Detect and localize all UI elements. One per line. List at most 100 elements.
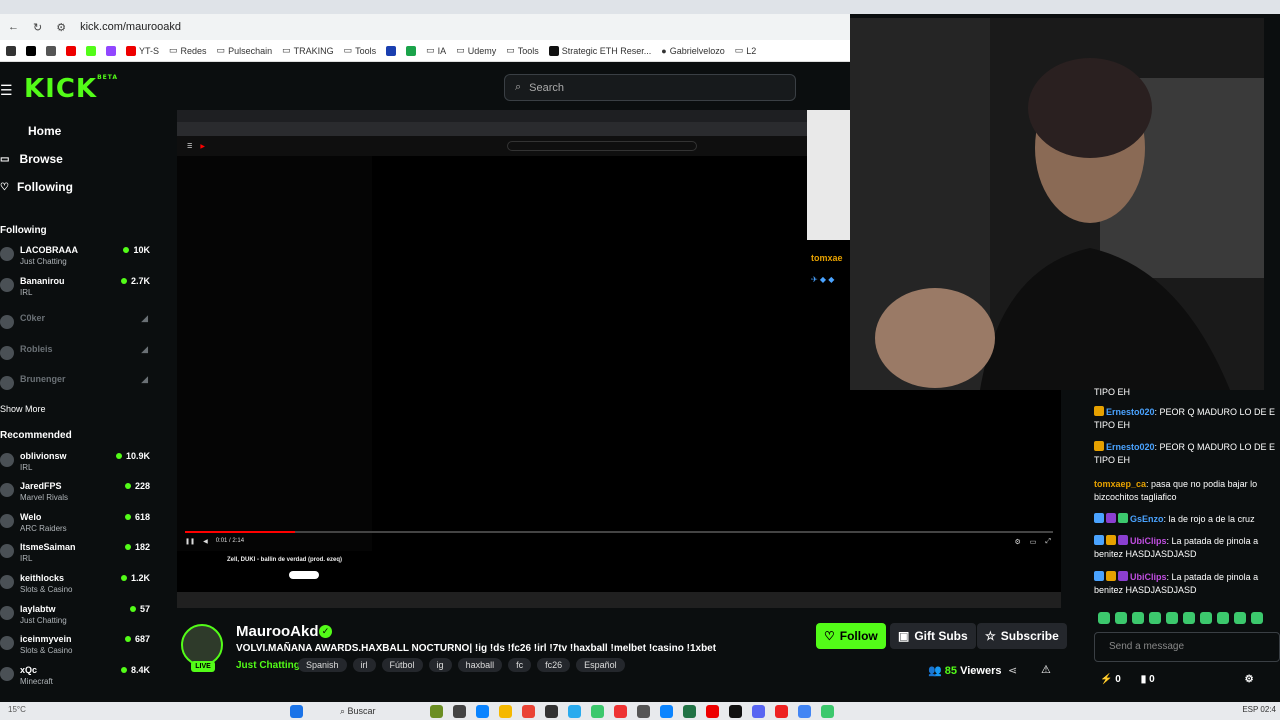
excel-icon[interactable]	[683, 705, 696, 718]
bookmark-icon[interactable]	[406, 45, 417, 56]
app-icon[interactable]	[637, 705, 650, 718]
stream-category[interactable]: Just Chatting	[236, 660, 300, 671]
kick-icon[interactable]	[86, 45, 96, 56]
back-icon[interactable]: ←	[8, 21, 19, 33]
sidebar-channel-lacobraaa[interactable]: LACOBRAAA Just Chatting 10K	[0, 245, 150, 273]
url-text[interactable]: kick.com/maurooakd	[80, 21, 181, 33]
emote-icon[interactable]	[1098, 612, 1110, 624]
sidebar-channel-keithlocks[interactable]: keithlocks Slots & Casino 1.2K	[0, 573, 150, 601]
edge-icon[interactable]	[476, 705, 489, 718]
tag[interactable]: irl	[352, 658, 376, 672]
app-icon[interactable]	[453, 705, 466, 718]
emote-icon[interactable]	[1166, 612, 1178, 624]
app-icon[interactable]	[821, 705, 834, 718]
folder-icon[interactable]	[499, 705, 512, 718]
sidebar-channel-jaredfps[interactable]: JaredFPS Marvel Rivals 228	[0, 481, 150, 509]
points-button[interactable]: ⚡ 0	[1100, 674, 1121, 685]
bookmark-redes[interactable]: ▭ Redes	[169, 45, 207, 56]
tag[interactable]: Español	[576, 658, 625, 672]
chrome-icon[interactable]	[522, 705, 535, 718]
theater-icon[interactable]: ▭	[1030, 538, 1037, 546]
sidebar-channel-welo[interactable]: Welo ARC Raiders 618	[0, 512, 150, 540]
bookmark-yts[interactable]: YT-S	[126, 45, 159, 56]
kick-logo[interactable]: KICKBETA	[24, 74, 118, 104]
sidebar-channel-iceinmyvein[interactable]: iceinmyvein Slots & Casino 687	[0, 634, 150, 662]
chat-settings-icon[interactable]: ⚙	[1245, 674, 1254, 685]
menu-icon[interactable]: ☰	[0, 82, 13, 99]
progress-bar[interactable]	[185, 531, 1053, 533]
twitch-icon[interactable]	[106, 45, 116, 56]
sidebar-channel-xqc[interactable]: xQc Minecraft 8.4K	[0, 665, 150, 693]
settings-icon[interactable]: ⚙	[1014, 538, 1020, 546]
sidebar-channel-bananirou[interactable]: Bananirou IRL 2.7K	[0, 276, 150, 304]
x-icon[interactable]	[26, 45, 36, 56]
show-more-link[interactable]: Show More	[0, 404, 46, 414]
streamer-avatar[interactable]	[181, 624, 223, 666]
bookmark-icon[interactable]	[6, 45, 16, 56]
brave-icon[interactable]	[614, 705, 627, 718]
emote-icon[interactable]	[1251, 612, 1263, 624]
pause-icon[interactable]: ❚❚	[185, 538, 195, 545]
youtube-icon[interactable]	[66, 45, 76, 56]
tag[interactable]: fc	[508, 658, 532, 672]
subscribe-button[interactable]: ☆ Subscribe	[977, 623, 1067, 649]
tag[interactable]: fc26	[537, 658, 571, 672]
sidebar-channel-c0ker[interactable]: C0ker ◢	[0, 313, 150, 341]
emote-icon[interactable]	[1200, 612, 1212, 624]
tag[interactable]: haxball	[457, 658, 503, 672]
streamer-name[interactable]: MaurooAkd	[236, 623, 319, 640]
bookmark-icon[interactable]	[386, 45, 397, 56]
address-bar[interactable]: ← ↻ ⚙ kick.com/maurooakd	[0, 14, 850, 40]
app-icon[interactable]	[545, 705, 558, 718]
app-icon[interactable]	[775, 705, 788, 718]
emote-icon[interactable]	[1183, 612, 1195, 624]
bookmark-gabrielvelozo[interactable]: ● Gabrielvelozo	[661, 46, 724, 56]
sidebar-channel-robleis[interactable]: Robleis ◢	[0, 344, 150, 372]
weather-temp[interactable]: 15°C	[8, 705, 26, 714]
app-icon[interactable]	[729, 705, 742, 718]
taskbar-tray[interactable]: ESP 02:4	[1242, 705, 1276, 714]
tag[interactable]: Spanish	[298, 658, 347, 672]
emote-icon[interactable]	[1217, 612, 1229, 624]
bookmark-traking[interactable]: ▭ TRAKING	[282, 45, 334, 56]
windows-start-icon[interactable]	[290, 705, 303, 718]
nav-following[interactable]: ♡ Following	[0, 180, 73, 194]
sidebar-channel-brunenger[interactable]: Brunenger ◢	[0, 374, 150, 402]
bookmark-tools[interactable]: ▭ Tools	[344, 45, 377, 56]
tag[interactable]: ig	[428, 658, 452, 672]
bookmark-udemy[interactable]: ▭ Udemy	[456, 45, 496, 56]
emote-icon[interactable]	[1234, 612, 1246, 624]
emote-icon[interactable]	[1132, 612, 1144, 624]
telegram-icon[interactable]	[568, 705, 581, 718]
chrome-icon[interactable]	[798, 705, 811, 718]
sidebar-channel-laylabtw[interactable]: laylabtw Just Chatting 57	[0, 604, 150, 632]
nav-home[interactable]: Home	[0, 124, 61, 138]
volume-icon[interactable]: ◀	[203, 538, 208, 545]
share-icon[interactable]: ⋖	[1008, 664, 1017, 677]
fullscreen-icon[interactable]: ⤢	[1045, 538, 1051, 546]
emote-icon[interactable]	[1149, 612, 1161, 624]
bookmark-ia[interactable]: ▭ IA	[426, 45, 446, 56]
bookmark-icon[interactable]	[46, 45, 56, 56]
nav-browse[interactable]: ▭ Browse	[0, 152, 63, 166]
bookmark-tools-2[interactable]: ▭ Tools	[506, 45, 539, 56]
gift-subs-button[interactable]: ▣ Gift Subs	[890, 623, 976, 649]
taskbar-search[interactable]: ⌕ Buscar	[320, 704, 420, 718]
bookmark-l2[interactable]: ▭ L2	[735, 45, 757, 56]
sidebar-channel-oblivionsw[interactable]: oblivionsw IRL 10.9K	[0, 451, 150, 479]
bookmark-pulsechain[interactable]: ▭ Pulsechain	[217, 45, 273, 56]
app-icon[interactable]	[591, 705, 604, 718]
search-input[interactable]: ⌕ Search	[504, 74, 796, 101]
app-icon[interactable]	[660, 705, 673, 718]
tag[interactable]: Fútbol	[381, 658, 423, 672]
opera-icon[interactable]	[706, 705, 719, 718]
app-icon[interactable]	[430, 705, 443, 718]
sidebar-channel-itsmesaiman[interactable]: ItsmeSaiman IRL 182	[0, 542, 150, 570]
emote-icon[interactable]	[1115, 612, 1127, 624]
drops-button[interactable]: ▮ 0	[1141, 674, 1155, 685]
chat-input[interactable]: Send a message	[1094, 632, 1280, 662]
reload-icon[interactable]: ↻	[33, 21, 42, 34]
follow-button[interactable]: ♡ Follow	[816, 623, 886, 649]
report-icon[interactable]: ⚠	[1041, 663, 1051, 676]
site-info-icon[interactable]: ⚙	[56, 21, 66, 34]
